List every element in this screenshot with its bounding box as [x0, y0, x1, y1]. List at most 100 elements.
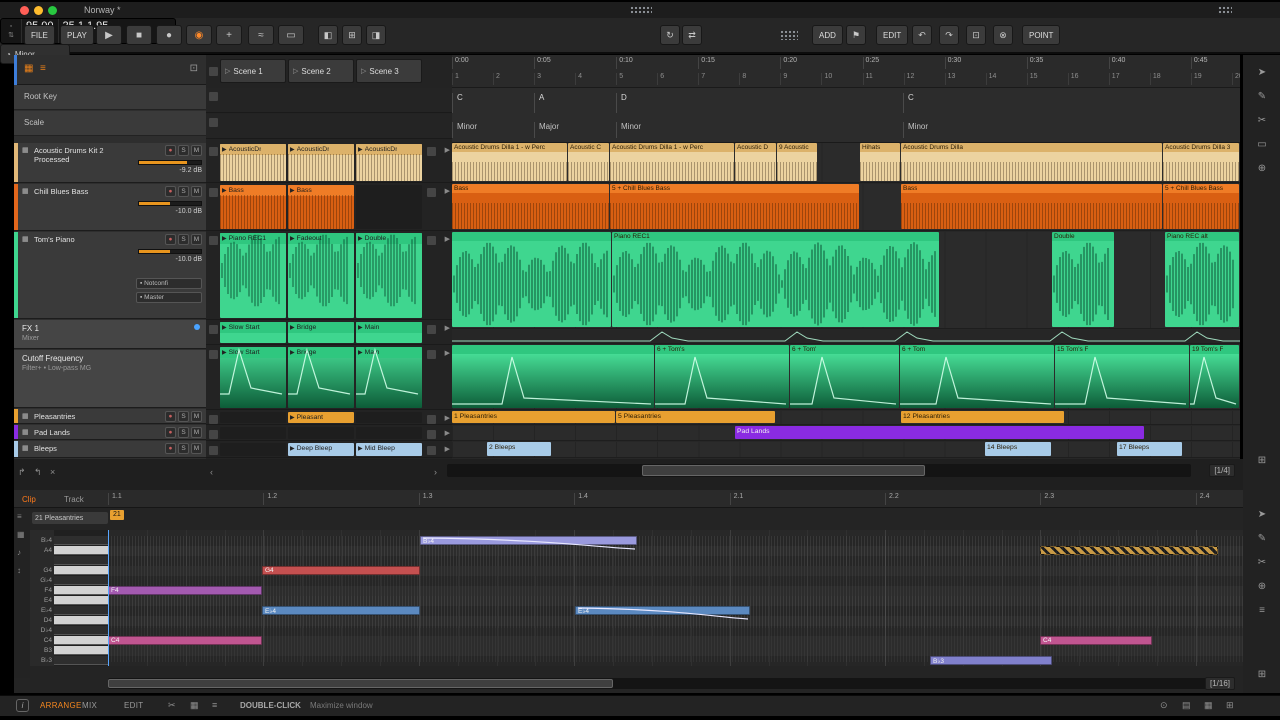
track-header-padlands[interactable]: ▦Pad Lands●SM: [14, 425, 206, 440]
arranger-zoom-level[interactable]: [1/4]: [1209, 464, 1235, 477]
piano-key[interactable]: [54, 556, 108, 565]
arranger-clip[interactable]: Double: [1052, 232, 1114, 327]
clip-slot[interactable]: ▶Bridge: [288, 322, 354, 343]
arranger-clip[interactable]: Acoustic D: [735, 143, 776, 181]
pencil-icon[interactable]: ✎: [1253, 87, 1271, 105]
close-window-button[interactable]: [20, 6, 29, 15]
solo-button[interactable]: S: [178, 186, 189, 197]
piano-roll-grid[interactable]: B♭4G4F4E♭4E♭4C4C4B♭3: [108, 530, 1243, 666]
track-header-pleasantries[interactable]: ▦Pleasantries●SM: [14, 409, 206, 424]
arranger-clip[interactable]: Hihats: [860, 143, 900, 181]
list-icon[interactable]: ≡: [17, 512, 22, 521]
play-menu-button[interactable]: PLAY: [60, 25, 94, 45]
arranger-clip[interactable]: 12 Pleasantries: [901, 411, 1064, 423]
arm-button[interactable]: ●: [165, 427, 176, 438]
arranger-clip[interactable]: Bass: [901, 184, 1162, 229]
piano-key[interactable]: [54, 566, 108, 575]
close-icon[interactable]: ×: [50, 467, 55, 477]
view-button-mix[interactable]: MIX: [82, 701, 97, 710]
clip-slot[interactable]: ▶Fadeout: [288, 233, 354, 318]
doc-icon[interactable]: ▤: [1182, 700, 1191, 711]
arm-button[interactable]: ●: [165, 411, 176, 422]
clip-stop-button[interactable]: [427, 415, 436, 424]
monitor-icon[interactable]: ▭: [278, 25, 304, 45]
tab-track[interactable]: Track: [56, 492, 92, 506]
grid-snap-icon[interactable]: ⊞: [1253, 665, 1271, 683]
layers-icon[interactable]: ≈: [248, 25, 274, 45]
view-button-edit[interactable]: EDIT: [124, 701, 143, 710]
scroll-right-icon[interactable]: ›: [434, 467, 437, 477]
edit-button[interactable]: EDIT: [876, 25, 908, 45]
display-icon[interactable]: [1218, 6, 1232, 15]
info-icon[interactable]: i: [16, 699, 29, 712]
row-play-button[interactable]: ▶: [445, 414, 450, 422]
arranger-clip[interactable]: 6 + Tom's: [655, 345, 789, 408]
mute-button[interactable]: M: [191, 234, 202, 245]
clip-stop-button[interactable]: [427, 188, 436, 197]
solo-button[interactable]: S: [178, 145, 189, 156]
arranger-scrollbar[interactable]: [447, 464, 1191, 477]
duplicate-icon[interactable]: ⊡: [966, 25, 986, 45]
clip-slot[interactable]: ▶AcousticDr: [288, 144, 354, 181]
clip-slot[interactable]: ▶Slow Start: [220, 322, 286, 343]
arranger-clip[interactable]: 5 + Chill Blues Bass: [1163, 184, 1239, 229]
minimize-window-button[interactable]: [34, 6, 43, 15]
arranger-clip[interactable]: 2 Bleeps: [487, 442, 551, 456]
add-track-icon[interactable]: +: [216, 25, 242, 45]
expand-panel-icon[interactable]: ⊡: [190, 63, 198, 74]
zoom-icon[interactable]: ⊕: [1253, 159, 1271, 177]
arranger-clip[interactable]: 17 Bleeps: [1117, 442, 1182, 456]
tab-clip[interactable]: Clip: [14, 492, 44, 506]
meta-row-root-key[interactable]: Root Key: [14, 85, 206, 110]
arranger-clip[interactable]: 9 Acoustic: [777, 143, 817, 181]
knife-icon[interactable]: ✂: [1253, 111, 1271, 129]
view-button-arrange[interactable]: ARRANGE: [40, 701, 82, 710]
mute-button[interactable]: M: [191, 427, 202, 438]
menu-icon[interactable]: ≡: [1253, 601, 1271, 619]
clip-slot[interactable]: ▶Mid Bleep: [356, 443, 422, 456]
editor-scrollbar[interactable]: [108, 678, 1208, 689]
empty-clip-slot[interactable]: [220, 412, 286, 423]
clip-stop-button[interactable]: [209, 188, 218, 197]
meta-row-scale[interactable]: Scale: [14, 111, 206, 136]
clip-slot[interactable]: ▶Bridge: [288, 347, 354, 408]
arranger-clip[interactable]: Piano REC1: [612, 232, 939, 327]
solo-button[interactable]: S: [178, 427, 189, 438]
clip-stop-button[interactable]: [209, 147, 218, 156]
play-icon[interactable]: ▶: [96, 25, 122, 45]
clip-stop-button[interactable]: [427, 446, 436, 455]
record-icon[interactable]: ●: [156, 25, 182, 45]
piano-key[interactable]: [54, 646, 108, 655]
arranger-clip[interactable]: Acoustic C: [568, 143, 609, 181]
piano-key[interactable]: [54, 546, 108, 555]
clip-stop-button[interactable]: [209, 118, 218, 127]
midi-note[interactable]: G4: [262, 566, 420, 575]
mixer-icon[interactable]: ≡: [212, 700, 217, 710]
piano-key[interactable]: [54, 616, 108, 625]
grid-view-icon[interactable]: ▦: [24, 63, 33, 74]
clip-slot[interactable]: ▶Double: [356, 233, 422, 318]
arranger-clip[interactable]: [452, 232, 611, 327]
pointer-icon[interactable]: ➤: [1253, 505, 1271, 523]
grid-snap-icon[interactable]: ⊞: [1253, 451, 1271, 469]
grid-icon[interactable]: ▦: [190, 700, 199, 711]
pads-icon[interactable]: ⊞: [1226, 700, 1234, 711]
chip-notconfi[interactable]: ▪ Notconfi: [136, 278, 202, 289]
arranger-clip[interactable]: 14 Bleeps: [985, 442, 1051, 456]
arranger-clip[interactable]: 19 Tom's F: [1190, 345, 1239, 408]
row-play-button[interactable]: ▶: [445, 235, 450, 243]
arranger-clip[interactable]: Acoustic Drums Dilla 1 - w Perc: [610, 143, 734, 181]
arm-button[interactable]: ●: [165, 186, 176, 197]
row-play-button[interactable]: ▶: [445, 349, 450, 357]
scene-button-3[interactable]: ▷Scene 3: [356, 59, 422, 83]
arranger-scroll-thumb[interactable]: [642, 465, 925, 476]
empty-clip-slot[interactable]: [220, 443, 286, 456]
forward-icon[interactable]: ↰: [34, 467, 42, 478]
empty-clip-slot[interactable]: [288, 427, 354, 439]
scene-button-2[interactable]: ▷Scene 2: [288, 59, 354, 83]
arranger-clip[interactable]: 6 + Tom: [900, 345, 1054, 408]
piano-key[interactable]: [54, 606, 108, 615]
clip-stop-button[interactable]: [427, 430, 436, 439]
clip-slot[interactable]: ▶AcousticDr: [356, 144, 422, 181]
knife-icon[interactable]: ✂: [168, 700, 176, 711]
